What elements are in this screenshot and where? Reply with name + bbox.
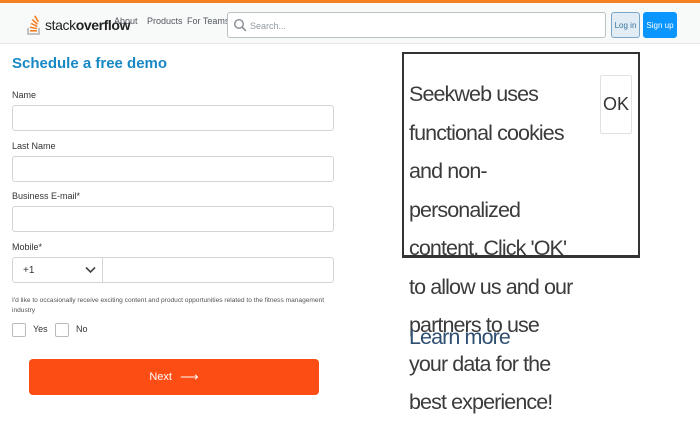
signup-button[interactable]: Sign up bbox=[643, 12, 677, 38]
name-field[interactable] bbox=[12, 105, 334, 131]
search-input[interactable] bbox=[248, 16, 592, 36]
form-title: Schedule a free demo bbox=[12, 55, 168, 72]
no-label: No bbox=[76, 324, 88, 334]
login-button[interactable]: Log in bbox=[611, 12, 640, 38]
name-label: Name bbox=[12, 90, 37, 100]
search-icon bbox=[233, 18, 247, 32]
nav-for-teams[interactable]: For Teams bbox=[187, 16, 229, 26]
mobile-label: Mobile* bbox=[12, 242, 43, 252]
mobile-field[interactable] bbox=[103, 257, 334, 283]
yes-label: Yes bbox=[33, 324, 48, 334]
chevron-down-icon bbox=[85, 266, 96, 274]
next-button[interactable]: Next ⟶ bbox=[29, 359, 319, 395]
yes-checkbox[interactable] bbox=[12, 323, 26, 337]
search-box[interactable] bbox=[227, 12, 606, 38]
country-code-select[interactable]: +1 bbox=[12, 257, 103, 283]
arrow-right-icon: ⟶ bbox=[179, 369, 199, 384]
no-checkbox[interactable] bbox=[55, 323, 69, 337]
cookie-ok-button[interactable]: OK bbox=[600, 75, 632, 134]
stackoverflow-logo-icon bbox=[27, 15, 40, 35]
next-button-label: Next bbox=[149, 371, 172, 383]
country-code-value: +1 bbox=[23, 265, 35, 276]
nav-products[interactable]: Products bbox=[147, 16, 183, 26]
top-bar: stackoverflow About Products For Teams L… bbox=[0, 0, 700, 44]
learn-more-link[interactable]: Learn more bbox=[409, 325, 511, 350]
nav-about[interactable]: About bbox=[114, 16, 138, 26]
email-label: Business E-mail* bbox=[12, 191, 81, 201]
last-name-label: Last Name bbox=[12, 141, 56, 151]
business-email-field[interactable] bbox=[12, 206, 334, 232]
consent-text: I'd like to occasionally receive excitin… bbox=[12, 297, 325, 314]
last-name-field[interactable] bbox=[12, 156, 334, 182]
